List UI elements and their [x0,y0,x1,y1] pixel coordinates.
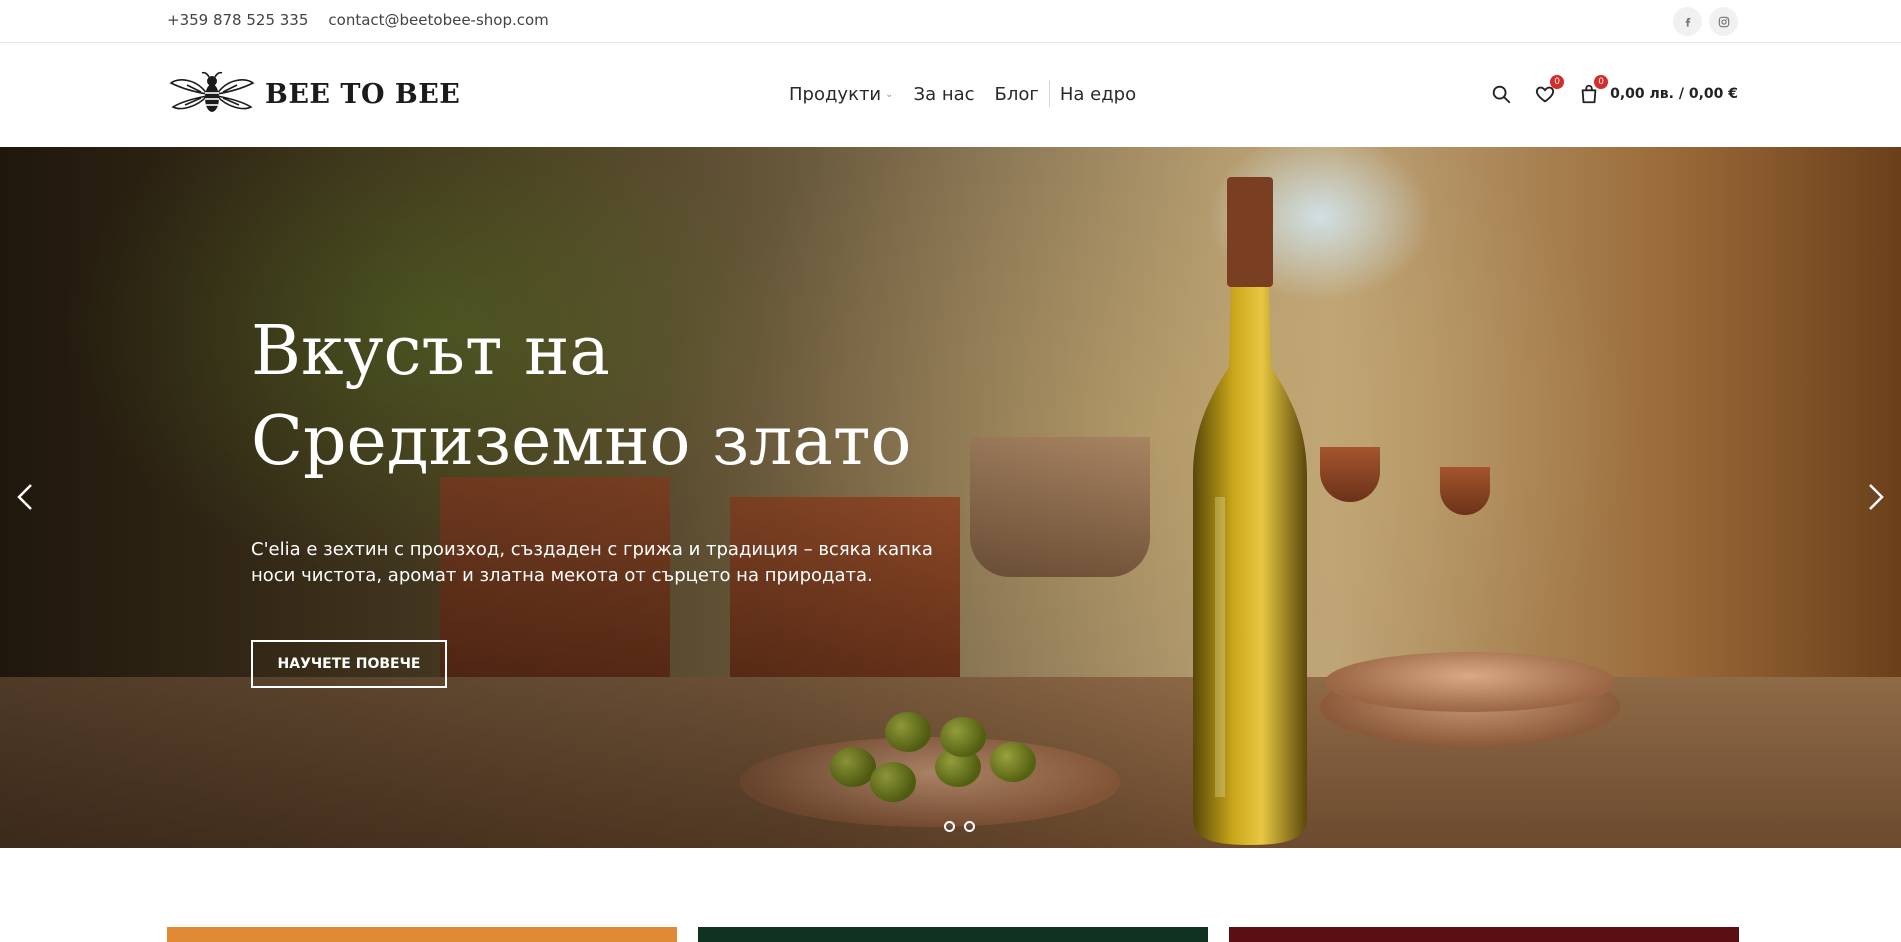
search-icon [1492,85,1511,104]
hero-description: C'elia е зехтин с произход, създаден с г… [251,537,971,589]
hero-description-line: носи чистота, аромат и златна мекота от … [251,565,873,586]
instagram-icon[interactable] [1709,7,1738,36]
hero-title: Вкусът на Средиземно злато [251,307,911,487]
hero-description-line: C'elia е зехтин с произход, създаден с г… [251,539,933,560]
main-nav: Продукти ⌄ За нас Блог На едро [789,81,1136,107]
hero-title-line: Вкусът на [251,312,610,391]
nav-item-label: Продукти [789,83,882,105]
slider-next-button[interactable] [1861,477,1891,517]
category-card-3[interactable] [1229,927,1739,942]
slider-pagination [924,821,975,832]
bee-logo-icon [169,71,255,112]
chevron-down-icon: ⌄ [885,88,894,100]
email-link[interactable]: contact@beetobee-shop.com [328,11,548,29]
chevron-right-icon [1869,484,1884,510]
category-card-2[interactable] [698,927,1208,942]
category-card-1[interactable] [167,927,677,942]
slider-dot-3[interactable] [964,821,975,832]
main-header: BEE TO BEE Продукти ⌄ За нас Блог На едр… [0,43,1901,147]
nav-item-label: Блог [994,83,1039,105]
cart-total[interactable]: 0,00 лв. / 0,00 € [1610,86,1738,102]
logo-text: BEE TO BEE [265,78,461,110]
hero-overlay [0,147,1901,848]
nav-item-label: На едро [1059,83,1137,105]
hero-title-line: Средиземно злато [251,402,912,481]
social-links [1673,7,1738,36]
header-actions: 0 0 0,00 лв. / 0,00 € [1470,75,1738,107]
nav-divider [1048,81,1050,107]
nav-item-products[interactable]: Продукти ⌄ [789,84,914,105]
hero-slider: Вкусът на Средиземно злато C'elia е зехт… [0,147,1901,848]
top-bar: +359 878 525 335 contact@beetobee-shop.c… [0,0,1901,43]
contact-info: +359 878 525 335 contact@beetobee-shop.c… [167,11,549,29]
category-cards [167,927,1739,942]
chevron-left-icon [17,484,32,510]
search-button[interactable] [1488,81,1514,107]
nav-item-about[interactable]: За нас [914,84,975,105]
slider-dot-2[interactable] [944,821,955,832]
facebook-icon[interactable] [1673,7,1702,36]
wishlist-count-badge: 0 [1550,75,1565,89]
wishlist-button[interactable]: 0 [1532,75,1565,107]
learn-more-button[interactable]: НАУЧЕТЕ ПОВЕЧЕ [251,640,447,688]
slider-prev-button[interactable] [10,477,40,517]
nav-item-label: За нас [913,83,975,105]
cart-button[interactable]: 0 [1576,75,1609,107]
nav-item-wholesale[interactable]: На едро [1060,84,1136,105]
phone-link[interactable]: +359 878 525 335 [167,11,308,29]
nav-item-blog[interactable]: Блог [995,84,1039,105]
cart-count-badge: 0 [1594,75,1609,89]
site-logo[interactable]: BEE TO BEE [167,69,460,119]
